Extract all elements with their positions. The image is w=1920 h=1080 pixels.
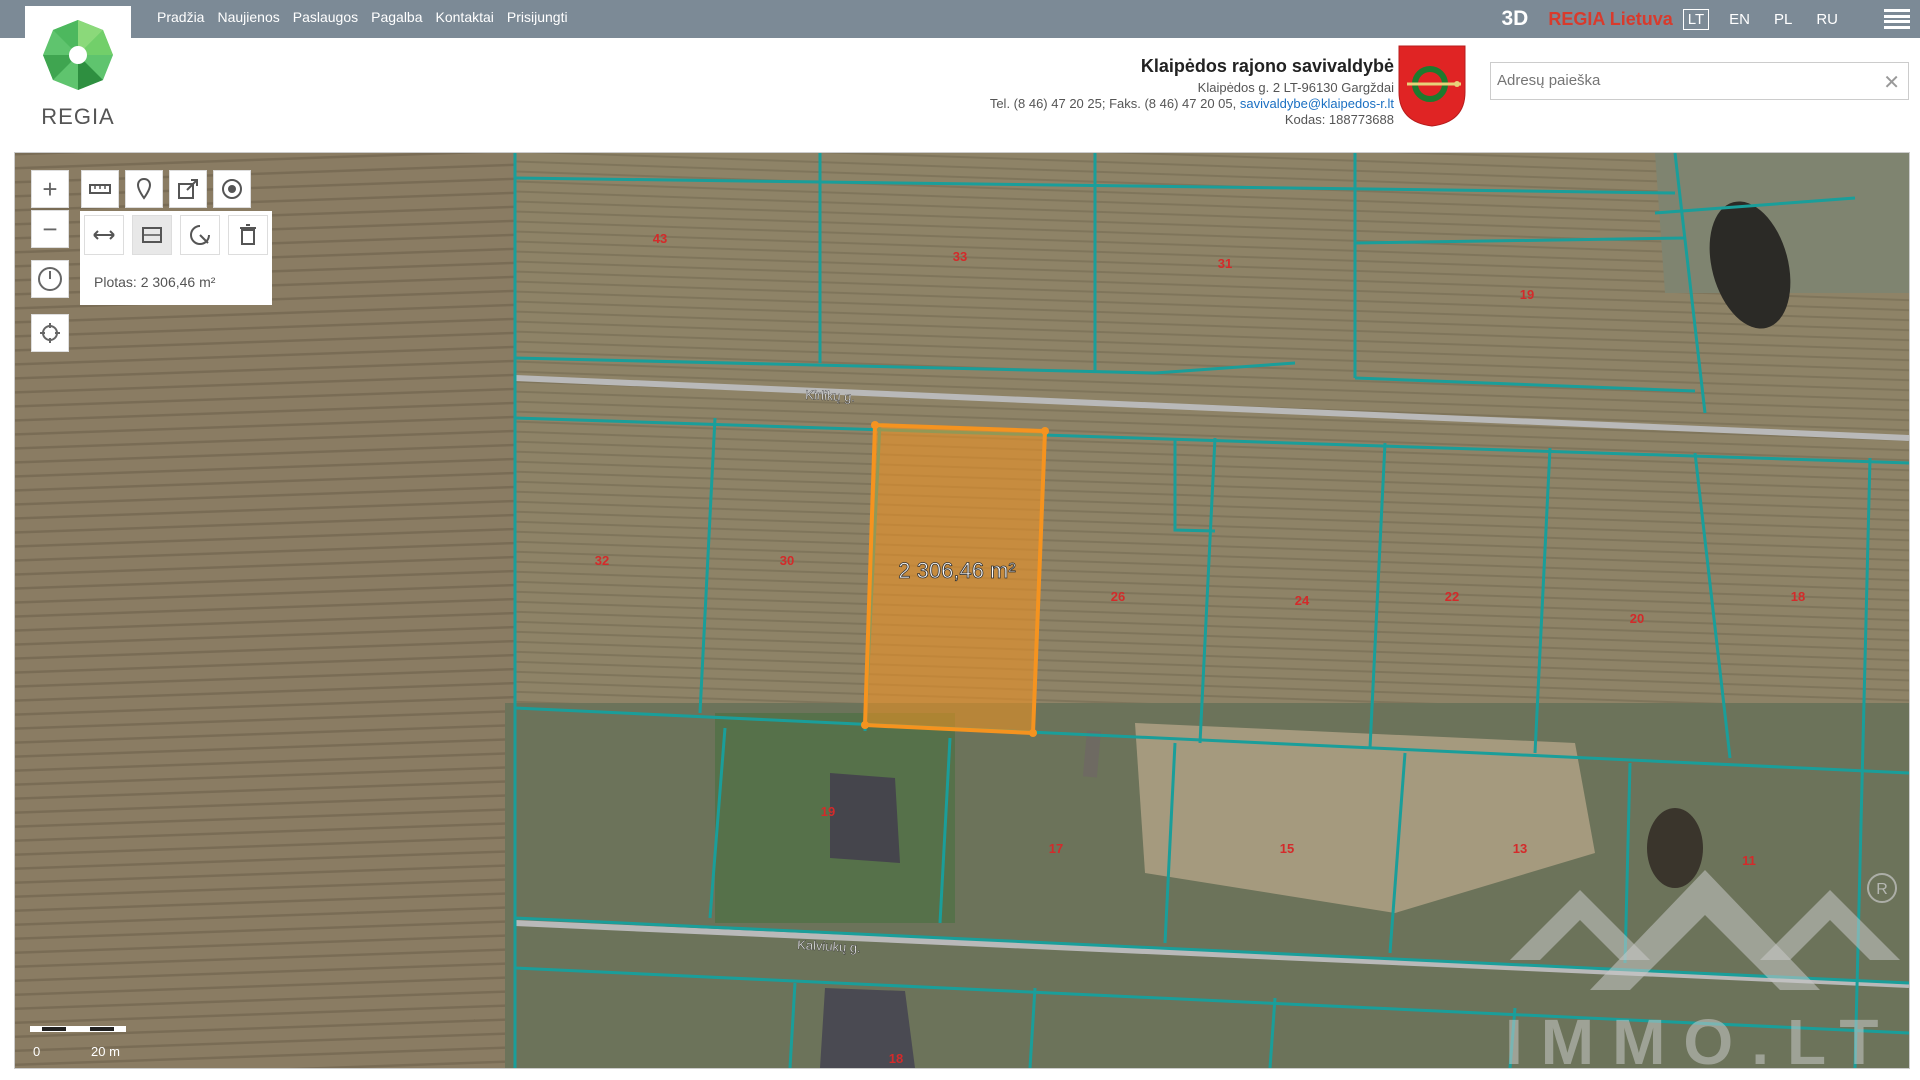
parcel-number: 18 [889, 1051, 903, 1066]
measure-radius-button[interactable] [180, 215, 220, 255]
municipality-code: Kodas: 188773688 [1284, 112, 1394, 127]
ruler-icon [89, 184, 111, 194]
nav-item-login[interactable]: Prisijungti [507, 9, 568, 25]
parcel-number: 43 [653, 231, 667, 246]
parcel-number: 32 [595, 553, 609, 568]
nav-item-contacts[interactable]: Kontaktai [436, 9, 494, 25]
area-readout: Plotas: 2 306,46 m² [94, 274, 216, 290]
nav-item-home[interactable]: Pradžia [157, 9, 204, 25]
locate-button[interactable] [31, 314, 69, 352]
parcel-number: 15 [1280, 841, 1294, 856]
municipality-info: Klaipėdos rajono savivaldybė Klaipėdos g… [990, 56, 1394, 128]
parcel-number: 13 [1513, 841, 1527, 856]
nav-item-help[interactable]: Pagalba [371, 9, 422, 25]
parcel-number: 33 [953, 249, 967, 264]
coat-of-arms-icon [1398, 45, 1466, 127]
measure-area-button[interactable] [132, 215, 172, 255]
nav-item-news[interactable]: Naujienos [217, 9, 279, 25]
parcel-number: 31 [1218, 256, 1232, 271]
lang-ru[interactable]: RU [1812, 10, 1842, 29]
parcel-number: 18 [1791, 589, 1805, 604]
watermark-logo: R [1510, 870, 1900, 990]
municipality-name: Klaipėdos rajono savivaldybė [1140, 56, 1394, 76]
measured-area-label: 2 306,46 m² [898, 558, 1015, 583]
municipality-email-link[interactable]: savivaldybe@klaipedos-r.lt [1240, 96, 1394, 111]
parcel-number: 19 [821, 804, 835, 819]
municipality-phone: Tel. (8 46) 47 20 25; Faks. (8 46) 47 20… [989, 96, 1237, 111]
scale-zero-label: 0 [33, 1044, 41, 1059]
parcel-number: 17 [1049, 841, 1063, 856]
logo-text: REGIA [41, 104, 115, 129]
3d-button[interactable]: 3D [1502, 7, 1529, 31]
regia-logo[interactable]: REGIA [25, 6, 131, 147]
measure-distance-button[interactable] [84, 215, 124, 255]
clear-measure-button[interactable] [228, 215, 268, 255]
lang-lt[interactable]: LT [1682, 8, 1710, 30]
address-search-field[interactable]: ✕ [1490, 62, 1909, 100]
layers-button[interactable] [213, 170, 251, 208]
minus-icon: − [42, 213, 58, 244]
street-label: Kirlikų g. [805, 387, 856, 405]
map-pin-icon [136, 178, 152, 200]
lang-pl[interactable]: PL [1770, 10, 1796, 29]
history-button[interactable] [31, 260, 69, 298]
watermark-text: IMMO.LT [1505, 1006, 1897, 1078]
share-button[interactable] [169, 170, 207, 208]
address-search-input[interactable] [1491, 63, 1867, 97]
parcel-number: 30 [780, 553, 794, 568]
regia-lietuva-link[interactable]: REGIA Lietuva [1548, 9, 1672, 30]
distance-icon [93, 230, 115, 240]
parcel-number: 24 [1295, 593, 1310, 608]
clear-search-icon[interactable]: ✕ [1883, 70, 1900, 95]
parcel-number: 26 [1111, 589, 1125, 604]
parcel-number: 19 [1520, 287, 1534, 302]
trash-icon [240, 224, 256, 245]
parcel-number: 22 [1445, 589, 1459, 604]
svg-text:R: R [1876, 881, 1888, 898]
regia-logo-icon [43, 20, 113, 90]
main-nav: Pradžia Naujienos Paslaugos Pagalba Kont… [157, 9, 568, 25]
measure-button[interactable] [81, 170, 119, 208]
municipality-address: Klaipėdos g. 2 LT-96130 Gargždai [1197, 80, 1394, 95]
measure-panel: Plotas: 2 306,46 m² [80, 211, 272, 305]
plus-icon: + [42, 173, 58, 204]
scale-length-label: 20 m [91, 1044, 120, 1059]
radius-icon [190, 225, 210, 245]
lang-en[interactable]: EN [1725, 10, 1754, 29]
scale-bar [30, 1026, 126, 1032]
crosshair-icon [40, 323, 60, 343]
marker-button[interactable] [125, 170, 163, 208]
clock-icon [38, 267, 62, 291]
nav-item-services[interactable]: Paslaugos [293, 9, 358, 25]
top-right-controls: 3D REGIA Lietuva LT EN PL RU [1502, 0, 1920, 38]
zoom-in-button[interactable]: + [31, 170, 69, 208]
hamburger-menu-icon[interactable] [1884, 9, 1910, 29]
parcel-number: 20 [1630, 611, 1644, 626]
area-icon [142, 227, 162, 243]
share-icon [178, 179, 198, 199]
target-icon [222, 179, 242, 199]
zoom-out-button[interactable]: − [31, 210, 69, 248]
municipality-contacts: Tel. (8 46) 47 20 25; Faks. (8 46) 47 20… [990, 96, 1394, 112]
